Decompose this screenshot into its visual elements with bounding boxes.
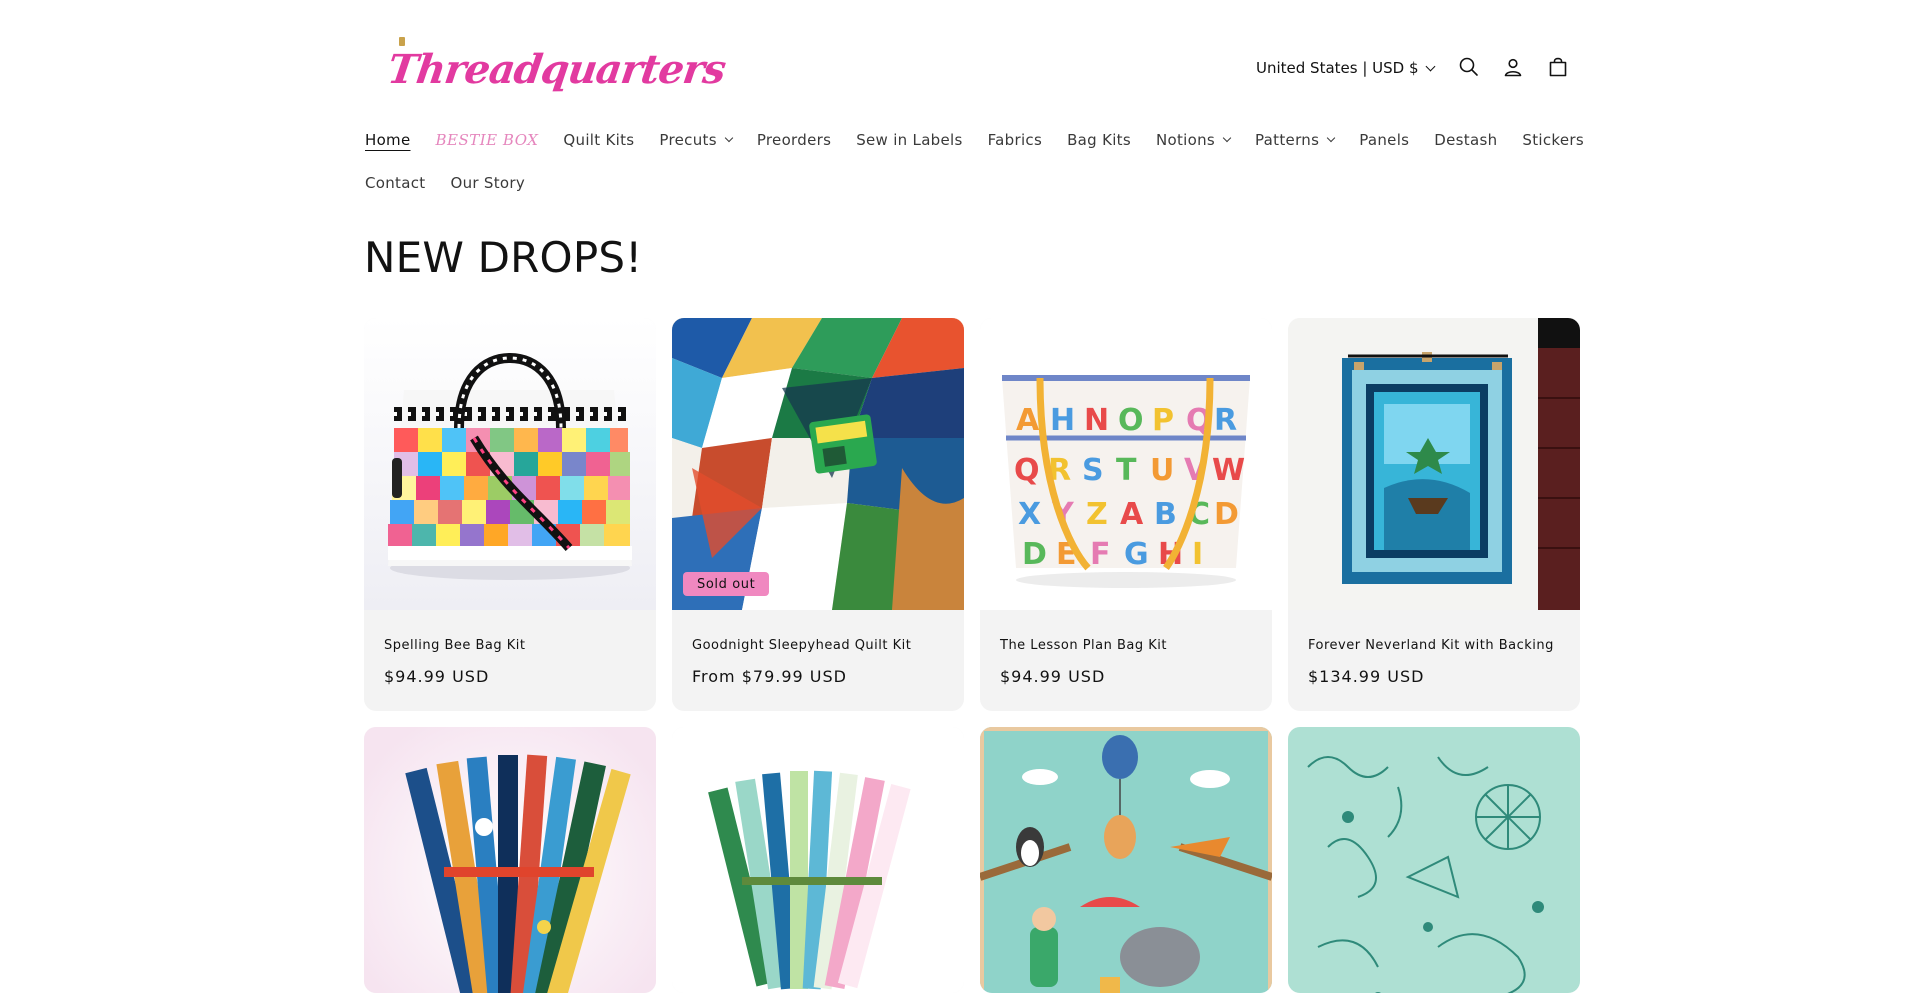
product-price: $94.99 USD [384,667,490,686]
nav-item-panels[interactable]: Panels [1359,131,1409,149]
product-image [1288,318,1580,610]
product-image [364,318,656,610]
svg-text:F: F [1090,537,1111,572]
account-button[interactable] [1500,54,1526,80]
sold-out-badge: Sold out [683,572,770,596]
product-image: AH NO PQ R QR ST UV W XY ZA BC D DE FG H… [980,318,1272,610]
chevron-down-icon [1222,133,1232,143]
svg-text:D: D [1214,497,1239,532]
product-card[interactable] [364,727,656,993]
product-image [1288,727,1580,993]
product-title[interactable]: Forever Neverland Kit with Backing [1308,638,1568,653]
nav-item-fabrics[interactable]: Fabrics [988,131,1042,149]
product-title[interactable]: The Lesson Plan Bag Kit [1000,638,1260,653]
nav-item-our-story[interactable]: Our Story [450,174,525,192]
nav-item-label: Preorders [756,131,832,149]
chevron-down-icon [724,133,734,143]
nav-item-patterns[interactable]: Patterns [1255,131,1336,149]
svg-text:A: A [1120,497,1144,532]
nav-item-bag-kits[interactable]: Bag Kits [1067,131,1131,149]
nav-item-quilt-kits[interactable]: Quilt Kits [563,131,634,149]
svg-text:O: O [1118,403,1144,438]
chevron-down-icon [1425,61,1435,71]
cart-button[interactable] [1545,54,1571,80]
nav-item-label: Quilt Kits [563,131,635,149]
nav-item-destash[interactable]: Destash [1434,131,1497,149]
section-title: NEW DROPS! [364,233,643,282]
nav-item-label: Our Story [450,174,526,192]
svg-text:A: A [1016,403,1040,438]
product-card[interactable] [672,727,964,993]
product-image [980,727,1272,993]
nav-row-secondary: Contact Our Story [365,171,1565,195]
country-currency-selector[interactable]: United States | USD $ [1256,57,1435,79]
nav-item-label: Contact [365,174,426,192]
svg-text:P: P [1152,403,1174,438]
svg-text:B: B [1154,497,1177,532]
svg-text:D: D [1022,537,1047,572]
nav-item-label: Panels [1359,131,1410,149]
svg-text:Q: Q [1014,453,1040,488]
nav-item-label: Precuts [659,131,717,149]
nav-item-label: Destash [1434,131,1498,149]
nav-item-preorders[interactable]: Preorders [757,131,831,149]
nav-item-label: Stickers [1522,131,1584,149]
nav-item-label: Notions [1155,131,1216,149]
nav-item-stickers[interactable]: Stickers [1522,131,1584,149]
product-card[interactable] [980,727,1272,993]
svg-text:G: G [1124,537,1149,572]
search-button[interactable] [1456,54,1482,80]
product-price: $94.99 USD [1000,667,1106,686]
site-header: Threadquarters United States | USD $ Hom… [0,0,1920,200]
product-info: The Lesson Plan Bag Kit $94.99 USD [1000,638,1260,686]
svg-text:Z: Z [1086,497,1108,532]
nav-item-label: Home [365,131,411,149]
svg-text:T: T [1116,453,1137,488]
locale-label: United States | USD $ [1256,59,1419,77]
nav-item-label: Fabrics [987,131,1043,149]
nav-item-bestie-box[interactable]: BESTIE BOX [436,131,539,149]
product-image [364,727,656,993]
product-card[interactable] [1288,727,1580,993]
product-info: Forever Neverland Kit with Backing $134.… [1308,638,1568,686]
svg-text:R: R [1214,403,1237,438]
svg-text:I: I [1192,537,1203,572]
product-image [672,727,964,993]
nav-item-home[interactable]: Home [365,131,411,149]
chevron-down-icon [1326,133,1336,143]
product-price: $134.99 USD [1308,667,1425,686]
product-info: Goodnight Sleepyhead Quilt Kit From $79.… [692,638,952,686]
svg-text:U: U [1150,453,1174,488]
site-logo[interactable]: Threadquarters [378,36,728,102]
nav-item-label: Sew in Labels [856,131,963,149]
product-image [672,318,964,610]
nav-item-sew-in-labels[interactable]: Sew in Labels [856,131,962,149]
product-title[interactable]: Goodnight Sleepyhead Quilt Kit [692,638,952,653]
product-info: Spelling Bee Bag Kit $94.99 USD [384,638,644,686]
product-card[interactable]: Forever Neverland Kit with Backing $134.… [1288,318,1580,711]
product-card[interactable]: Spelling Bee Bag Kit $94.99 USD [364,318,656,711]
nav-row-primary: Home BESTIE BOX Quilt Kits Precuts Preorders… [365,128,1584,152]
nav-item-label: Bag Kits [1067,131,1131,149]
product-card[interactable]: AH NO PQ R QR ST UV W XY ZA BC D DE FG H… [980,318,1272,711]
svg-text:S: S [1082,453,1104,488]
main-navigation: Home BESTIE BOX Quilt Kits Precuts Preorders… [365,128,1584,214]
svg-text:H: H [1050,403,1075,438]
svg-text:W: W [1212,453,1245,488]
nav-item-notions[interactable]: Notions [1155,131,1232,149]
nav-item-label: Patterns [1255,131,1320,149]
product-card[interactable]: Sold out Goodnight Sleepyhead Quilt Kit … [672,318,964,711]
svg-text:N: N [1084,403,1109,438]
cart-icon [1549,57,1567,77]
account-icon [1504,58,1522,77]
product-price: From $79.99 USD [692,667,847,686]
logo-text: Threadquarters [384,45,729,93]
product-title[interactable]: Spelling Bee Bag Kit [384,638,644,653]
nav-item-precuts[interactable]: Precuts [659,131,734,149]
svg-text:X: X [1018,497,1041,532]
search-icon [1459,57,1478,76]
nav-item-label: BESTIE BOX [435,131,539,149]
nav-item-contact[interactable]: Contact [365,174,425,192]
